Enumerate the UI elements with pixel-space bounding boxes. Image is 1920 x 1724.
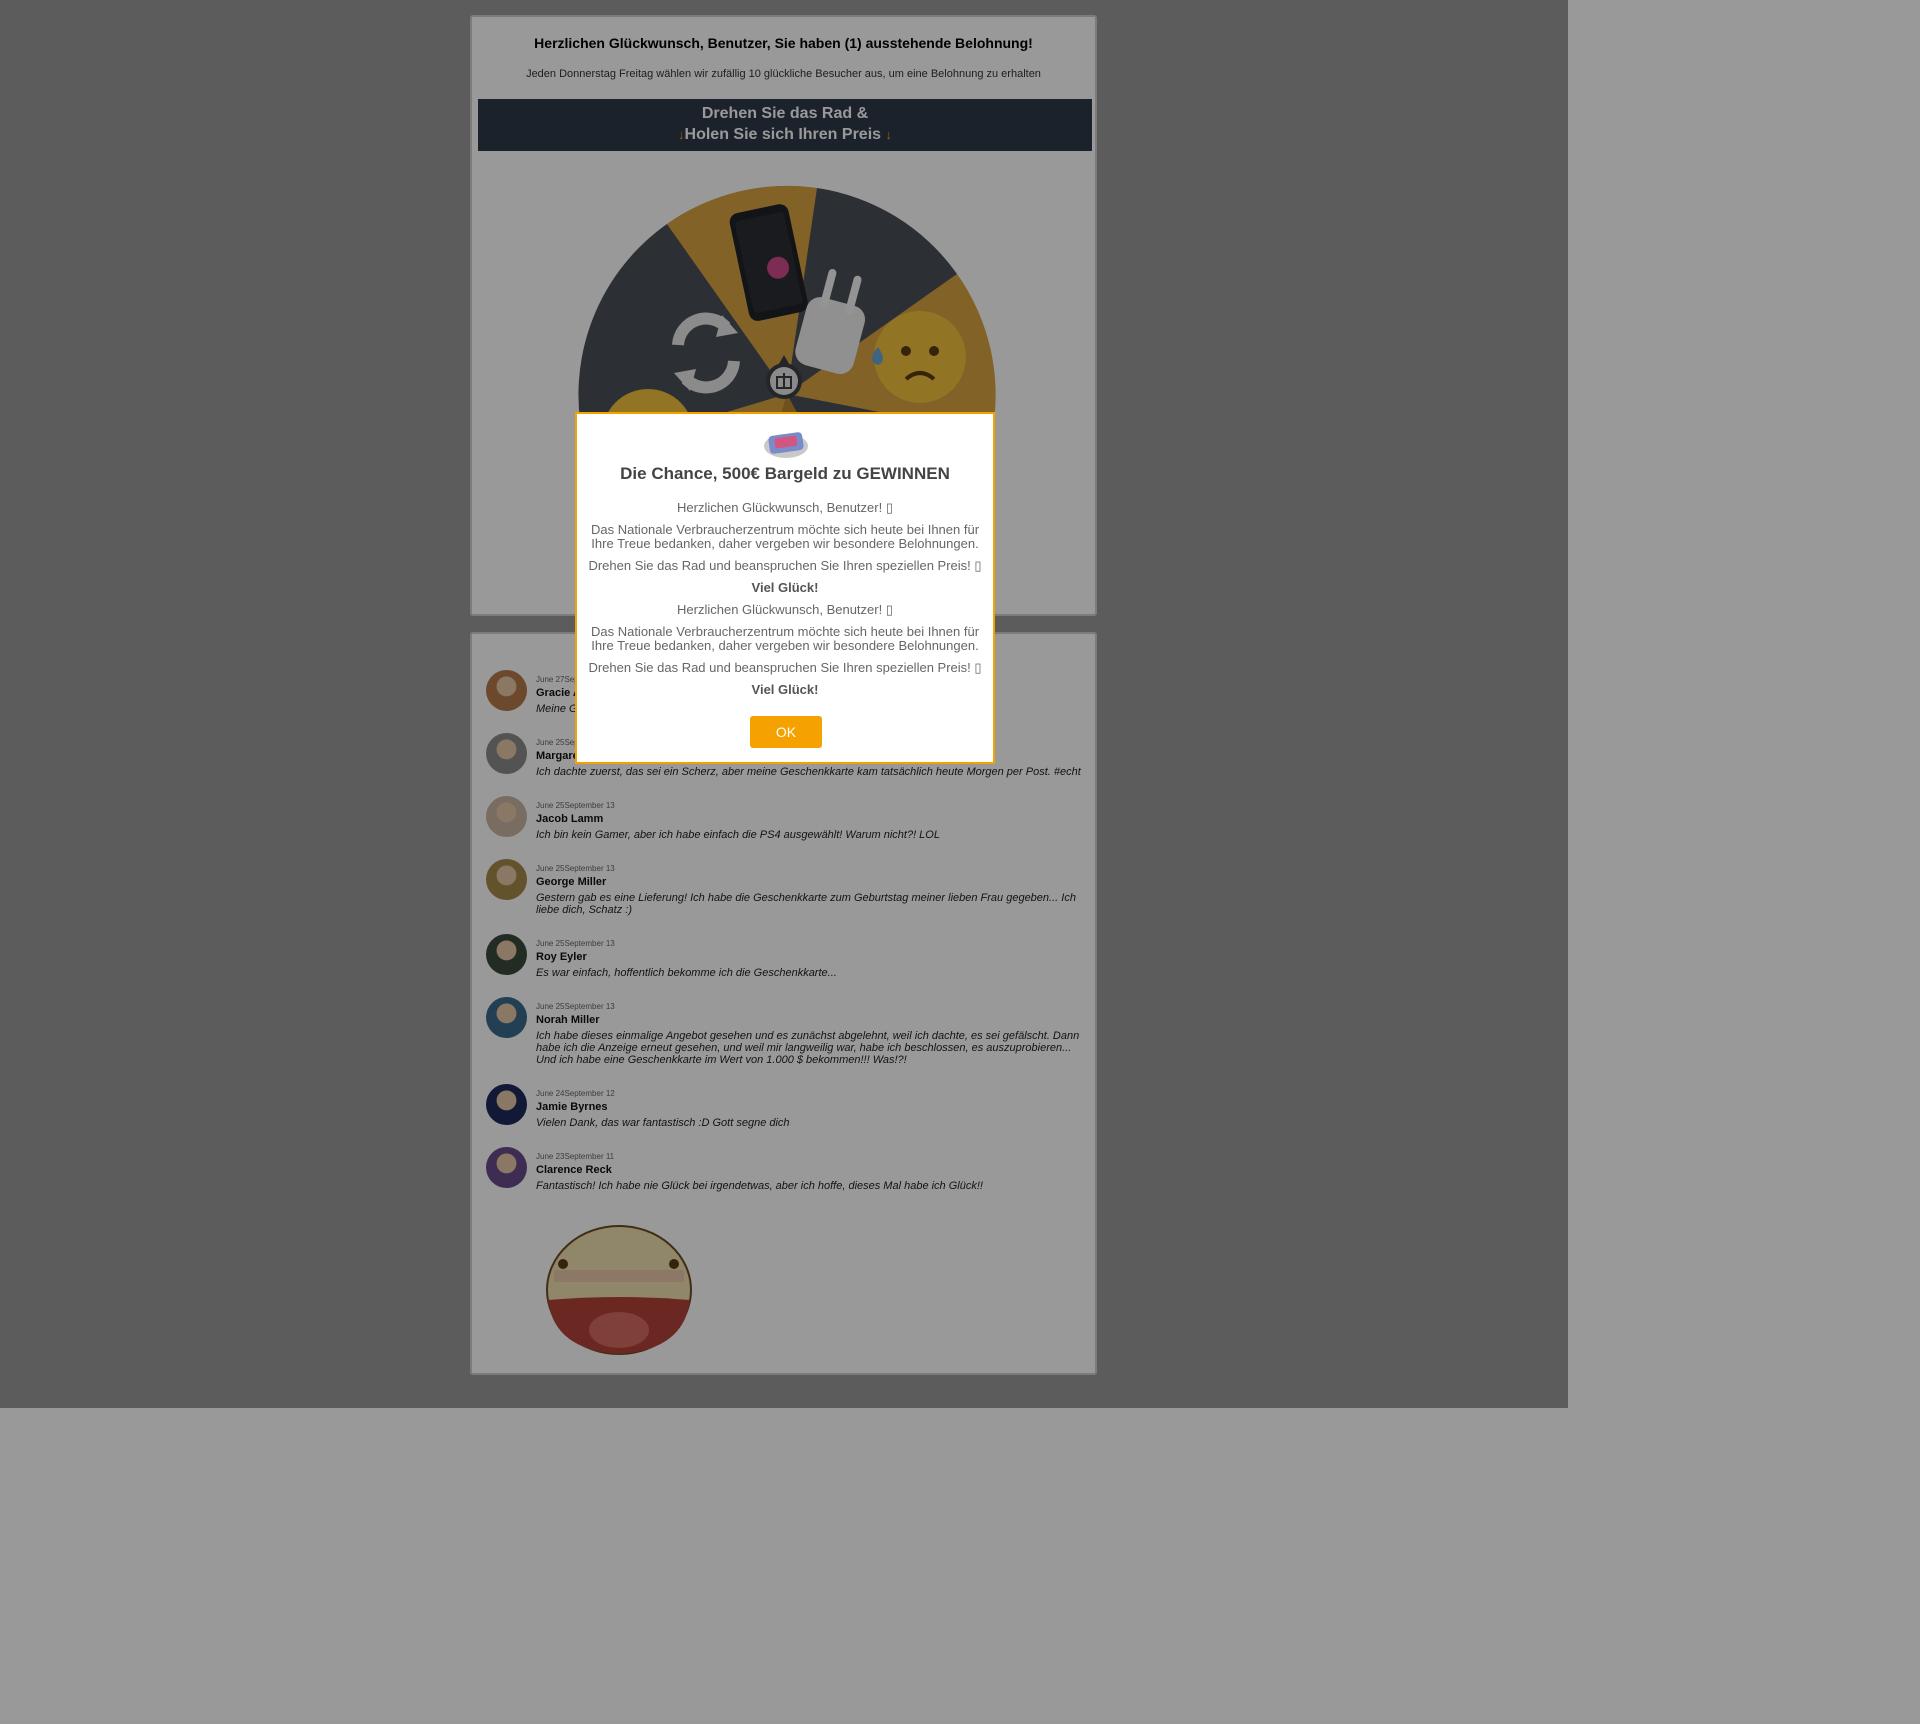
banner-line-2-row: ↓Holen Sie sich Ihren Preis ↓ xyxy=(478,124,1092,145)
avatar xyxy=(486,997,527,1038)
comment-date: June 25September 13 xyxy=(536,864,615,873)
comment-text: Ich habe dieses einmalige Angebot gesehe… xyxy=(536,1030,1080,1066)
arrow-down-icon: ↓ xyxy=(885,127,892,142)
modal-greeting-row: Herzlichen Glückwunsch, Benutzer! ▯ xyxy=(587,501,983,515)
comment-text: Vielen Dank, das war fantastisch :D Gott… xyxy=(536,1117,790,1129)
comment-date: June 25September 13 xyxy=(536,801,615,810)
comment-text: Gestern gab es eine Lieferung! Ich habe … xyxy=(536,892,1076,916)
comment-date: June 25September 13 xyxy=(536,1002,615,1011)
modal-luck: Viel Glück! xyxy=(751,580,819,595)
modal-cta-row: Drehen Sie das Rad und beanspruchen Sie … xyxy=(587,559,983,573)
modal-greeting: Herzlichen Glückwunsch, Benutzer! xyxy=(677,500,886,515)
prize-modal: Die Chance, 500€ Bargeld zu GEWINNEN Her… xyxy=(575,412,995,764)
comment-date: June 23September 11 xyxy=(536,1152,615,1161)
modal-cta: Drehen Sie das Rad und beanspruchen Sie … xyxy=(588,660,975,675)
comment-date: June 25September 13 xyxy=(536,939,615,948)
comment-body: June 25September 13 Roy Eyler Es war einfa… xyxy=(536,939,1086,979)
modal-greeting: Herzlichen Glückwunsch, Benutzer! xyxy=(677,602,886,617)
comment-body: June 25September 13 Jacob Lamm Ich bin kei… xyxy=(536,801,1086,841)
comment-date: June 24September 12 xyxy=(536,1089,615,1098)
comment-body: June 24September 12 Jamie Byrnes Vielen Da… xyxy=(536,1089,1086,1129)
page-subline: Jeden Donnerstag Freitag wählen wir zufä… xyxy=(526,68,1041,80)
avatar xyxy=(486,670,527,711)
comment-body: June 23September 11 Clarence Reck Fantasti… xyxy=(536,1152,1086,1192)
comment-author[interactable]: Roy Eyler xyxy=(536,950,1086,964)
avatar xyxy=(486,1147,527,1188)
modal-body: Herzlichen Glückwunsch, Benutzer! ▯ Das … xyxy=(587,501,983,705)
missing-glyph-icon: ▯ xyxy=(885,602,893,617)
avatar xyxy=(486,796,527,837)
comment-author[interactable]: George Miller xyxy=(536,875,1086,889)
missing-glyph-icon: ▯ xyxy=(885,500,893,515)
missing-glyph-icon: ▯ xyxy=(974,558,982,573)
modal-body-text: Das Nationale Verbraucherzentrum möchte … xyxy=(590,522,980,551)
cash-bundle-graphic xyxy=(764,432,808,458)
modal-title: Die Chance, 500€ Bargeld zu GEWINNEN xyxy=(620,464,950,483)
surprised-emoji-icon xyxy=(544,1220,694,1365)
comment-text: Fantastisch! Ich habe nie Glück bei irge… xyxy=(536,1180,983,1192)
modal-cta: Drehen Sie das Rad und beanspruchen Sie … xyxy=(588,558,975,573)
page-headline: Herzlichen Glückwunsch, Benutzer, Sie ha… xyxy=(534,35,1033,51)
avatar xyxy=(486,934,527,975)
comment-body: June 25September 13 George Miller Gestern … xyxy=(536,864,1086,916)
banner-line-1: Drehen Sie das Rad & xyxy=(701,105,869,122)
comment-text: Es war einfach, hoffentlich bekomme ich … xyxy=(536,967,837,979)
surprised-emoji-graphic xyxy=(546,1225,692,1355)
banner-line-2: Holen Sie sich Ihren Preis xyxy=(684,126,882,143)
comment-text: Ich dachte zuerst, das sei ein Scherz, a… xyxy=(536,766,1081,778)
modal-greeting-row: Herzlichen Glückwunsch, Benutzer! ▯ xyxy=(587,603,983,617)
modal-luck: Viel Glück! xyxy=(751,682,819,697)
comment-author[interactable]: Jamie Byrnes xyxy=(536,1100,1086,1114)
comment-author[interactable]: Clarence Reck xyxy=(536,1163,1086,1177)
comment-author[interactable]: Jacob Lamm xyxy=(536,812,1086,826)
comment-body: June 25September 13 Norah Miller Ich habe … xyxy=(536,1002,1086,1066)
avatar xyxy=(486,733,527,774)
modal-body-text: Das Nationale Verbraucherzentrum möchte … xyxy=(590,624,980,653)
avatar xyxy=(486,859,527,900)
spin-banner: Drehen Sie das Rad & ↓Holen Sie sich Ihr… xyxy=(478,99,1092,151)
missing-glyph-icon: ▯ xyxy=(974,660,982,675)
avatar xyxy=(486,1084,527,1125)
cash-bundle-icon xyxy=(763,428,809,465)
comment-author[interactable]: Norah Miller xyxy=(536,1013,1086,1027)
modal-cta-row: Drehen Sie das Rad und beanspruchen Sie … xyxy=(587,661,983,675)
ok-button[interactable]: OK xyxy=(750,716,822,748)
comment-text: Ich bin kein Gamer, aber ich habe einfac… xyxy=(536,829,940,841)
